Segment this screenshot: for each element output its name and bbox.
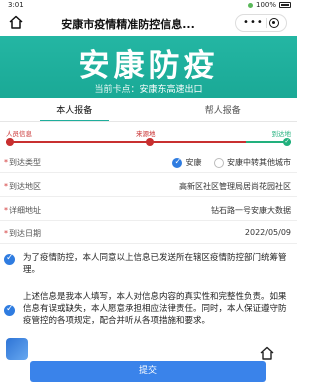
home-icon[interactable] [8, 14, 24, 30]
banner: 安康防疫 当前卡点：安康东高速出口 [0, 36, 297, 98]
arrival-type-label-text: 到达类型 [9, 158, 41, 167]
tabs-divider [0, 121, 297, 122]
step-label-origin: 来源地 [136, 130, 156, 138]
submit-button[interactable]: 提交 [30, 361, 266, 382]
page-title: 安康市疫情精准防控信息... [61, 18, 195, 31]
more-icon[interactable]: ••• [243, 18, 264, 28]
radio-transit-label: 安康中转其他城市 [227, 158, 291, 167]
checkpoint-info: 当前卡点：安康东高速出口 [0, 82, 297, 95]
agreement-2[interactable]: 上述信息是我本人填写，本人对信息内容的真实性和完整性负责。如果信息有误或缺失，本… [4, 291, 294, 341]
miniapp-capsule: ••• [235, 14, 287, 32]
field-arrival-type: *到达类型 安康 安康中转其他城市 [0, 151, 297, 173]
status-right: 100% [247, 1, 291, 9]
app-logo-icon [6, 338, 28, 360]
field-arrival-date[interactable]: *到达日期 2022/05/09 [0, 222, 297, 244]
required-mark: * [4, 158, 8, 167]
nav-bar: 安康市疫情精准防控信息... ••• [0, 10, 297, 36]
arrival-area-label: *到达地区 [4, 181, 41, 192]
battery-icon [279, 2, 291, 8]
capsule-divider [265, 18, 267, 28]
step-progress: 人员信息 来源地 到达地 ✓ [6, 128, 291, 148]
arrival-type-options: 安康 安康中转其他城市 [162, 157, 291, 170]
arrival-date-label-text: 到达日期 [9, 229, 41, 238]
agreement-1[interactable]: 为了疫情防控，本人同意以上信息已发送所在辖区疫情防控部门统筹管理。 [4, 252, 294, 278]
radio-transit[interactable]: 安康中转其他城市 [214, 157, 291, 168]
signal-dot-icon [247, 2, 253, 8]
checkbox-checked-icon[interactable] [4, 252, 15, 265]
step-label-destination: 到达地 [271, 130, 292, 138]
step-node-origin [146, 138, 154, 146]
address-label: *详细地址 [4, 205, 41, 216]
step-node-personal [6, 138, 14, 146]
status-bar: 3:01 100% [0, 0, 297, 10]
arrival-area-label-text: 到达地区 [9, 182, 41, 191]
checkbox-checked-icon[interactable] [4, 303, 15, 316]
field-arrival-area[interactable]: *到达地区 高新区社区管理局居尚花园社区 [0, 175, 297, 197]
battery-percent: 100% [255, 1, 276, 9]
tab-report-for-others[interactable]: 帮人报备 [149, 103, 298, 121]
close-miniapp-icon[interactable] [268, 18, 279, 28]
banner-title: 安康防疫 [78, 48, 219, 84]
agreement-2-text: 上述信息是我本人填写，本人对信息内容的真实性和完整性负责。如果信息有误或缺失，本… [23, 292, 287, 326]
tab-self-report[interactable]: 本人报备 [0, 103, 149, 122]
report-tabs: 本人报备 帮人报备 [0, 103, 298, 122]
field-address[interactable]: *详细地址 钻石路一号安康大数据 [0, 199, 297, 221]
checkpoint-value: 安康东高速出口 [139, 85, 203, 95]
radio-ankang-label: 安康 [185, 158, 202, 167]
arrival-date-label: *到达日期 [4, 228, 41, 239]
required-mark: * [4, 182, 8, 191]
checkpoint-label: 当前卡点： [94, 85, 140, 95]
required-mark: * [4, 229, 8, 238]
arrival-type-label: *到达类型 [4, 157, 41, 168]
address-input[interactable]: 钻石路一号安康大数据 [211, 205, 291, 216]
radio-ankang[interactable]: 安康 [172, 157, 201, 168]
status-time: 3:01 [8, 1, 24, 9]
agreement-1-text: 为了疫情防控，本人同意以上信息已发送所在辖区疫情防控部门统筹管理。 [23, 253, 287, 275]
address-label-text: 详细地址 [9, 206, 41, 215]
arrival-date-value[interactable]: 2022/05/09 [245, 228, 291, 237]
arrival-area-value[interactable]: 高新区社区管理局居尚花园社区 [179, 181, 291, 192]
radio-checked-icon [172, 157, 183, 168]
required-mark: * [4, 206, 8, 215]
step-label-personal: 人员信息 [6, 130, 32, 138]
home-float-icon[interactable] [259, 345, 275, 361]
step-node-destination-check-icon: ✓ [283, 138, 291, 146]
radio-unchecked-icon [214, 157, 224, 168]
